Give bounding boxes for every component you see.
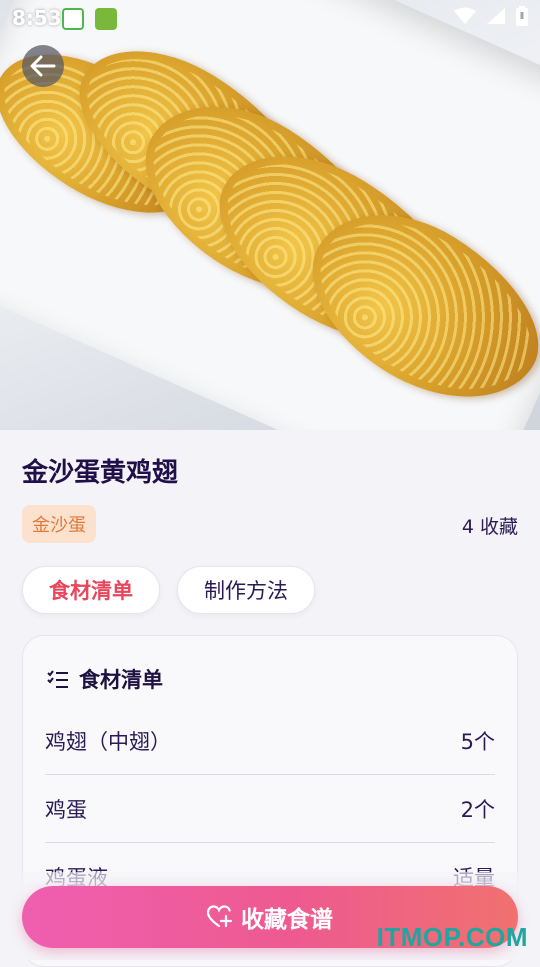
heart-plus-icon — [207, 905, 233, 928]
arrow-left-icon — [30, 55, 56, 77]
tab-ingredients[interactable]: 食材清单 — [22, 566, 160, 614]
battery-icon — [516, 6, 528, 26]
signal-icon — [487, 8, 505, 24]
ingredient-row: 鸡蛋 2个 — [45, 776, 495, 843]
status-icons — [454, 6, 528, 26]
ingredient-name: 鸡蛋 — [45, 798, 87, 822]
favorite-recipe-label: 收藏食谱 — [241, 907, 333, 933]
ingredients-heading-label: 食材清单 — [79, 668, 163, 692]
watermark-text: ITMOP.COM — [376, 922, 528, 952]
ingredients-heading: 食材清单 — [47, 664, 163, 694]
wifi-icon — [454, 7, 476, 24]
favorite-count: 4 收藏 — [461, 516, 518, 538]
list-icon — [47, 670, 68, 688]
status-bar: 8:53 — [0, 0, 540, 36]
ingredient-row: 鸡翅（中翅） 5个 — [45, 708, 495, 775]
ingredient-name: 鸡翅（中翅） — [45, 730, 171, 754]
recipe-tag[interactable]: 金沙蛋 — [22, 505, 96, 543]
notification-app-icon — [95, 8, 117, 30]
recipe-hero-image — [0, 0, 540, 430]
recipe-title: 金沙蛋黄鸡翅 — [22, 458, 179, 488]
ingredient-amount: 5个 — [460, 730, 495, 754]
notification-app-icon — [62, 8, 84, 30]
back-button[interactable] — [22, 45, 64, 87]
status-time: 8:53 — [12, 6, 62, 30]
ingredient-amount: 2个 — [460, 798, 495, 822]
tab-method[interactable]: 制作方法 — [177, 566, 315, 614]
